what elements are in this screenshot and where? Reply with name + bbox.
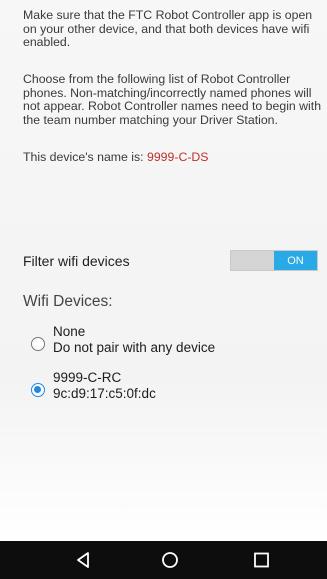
android-navigation-bar <box>0 541 327 579</box>
wifi-option-text: None Do not pair with any device <box>53 324 215 356</box>
instruction-text-2: Choose from the following list of Robot … <box>23 72 322 127</box>
wifi-devices-header: Wifi Devices: <box>23 293 113 310</box>
filter-wifi-toggle[interactable]: ON <box>230 250 318 271</box>
device-name-line: This device's name is: 9999-C-DS <box>23 150 323 165</box>
home-icon[interactable] <box>159 550 181 570</box>
pairing-screen: Make sure that the FTC Robot Controller … <box>0 0 327 541</box>
radio-button[interactable] <box>31 337 45 351</box>
device-name-value: 9999-C-DS <box>147 150 209 164</box>
option-subtitle: 9c:d9:17:c5:0f:dc <box>53 386 156 401</box>
instruction-text-1: Make sure that the FTC Robot Controller … <box>23 8 313 49</box>
option-title: None <box>53 324 86 339</box>
filter-wifi-label: Filter wifi devices <box>23 253 130 269</box>
option-title: 9999-C-RC <box>53 370 122 385</box>
toggle-on-indicator: ON <box>274 251 317 270</box>
back-icon[interactable] <box>73 550 95 570</box>
option-subtitle: Do not pair with any device <box>53 340 216 355</box>
recent-apps-icon[interactable] <box>251 550 273 570</box>
wifi-option-text: 9999-C-RC 9c:d9:17:c5:0f:dc <box>53 370 156 402</box>
device-name-label: This device's name is: <box>23 150 147 164</box>
radio-button-selected[interactable] <box>31 383 45 397</box>
filter-wifi-row: Filter wifi devices ON <box>23 250 319 272</box>
